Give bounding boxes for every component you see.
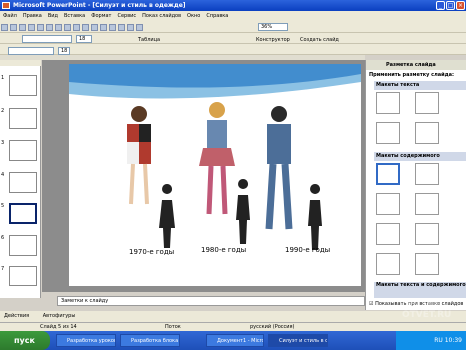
preview-icon[interactable] <box>37 24 44 31</box>
menu-format[interactable]: Формат <box>88 13 114 19</box>
silhouette-1 <box>159 184 175 248</box>
slide-thumbnail-3[interactable] <box>9 140 37 161</box>
table-icon[interactable] <box>109 24 116 31</box>
font-size-select[interactable]: 18 <box>76 35 92 43</box>
task-pane: Разметка слайда Применить разметку слайд… <box>365 60 466 310</box>
menu-view[interactable]: Вид <box>45 13 61 19</box>
figure-1990s <box>265 106 293 230</box>
thumbnail-pane-tabs[interactable] <box>0 60 41 66</box>
status-bar: Слайд 5 из 14 Поток русский (Россия) <box>0 322 466 331</box>
watermark: ONLINE OTVET.RU <box>402 300 452 320</box>
system-tray: RU 10:39 <box>396 331 466 350</box>
layout-content-2[interactable] <box>376 193 400 215</box>
layout-title-text[interactable] <box>376 122 400 144</box>
slide-thumbnail-1[interactable] <box>9 75 37 96</box>
cut-icon[interactable] <box>55 24 62 31</box>
layout-content-5[interactable] <box>415 223 439 245</box>
menu-tools[interactable]: Сервис <box>114 13 139 19</box>
standard-toolbar <box>0 22 466 33</box>
autoshapes-menu[interactable]: Автофигуры <box>31 313 76 319</box>
font-name-select[interactable] <box>22 35 72 43</box>
menu-bar: Файл Правка Вид Вставка Формат Сервис Показ сл… <box>0 11 466 22</box>
figure-1970s <box>127 106 151 205</box>
minimize-button[interactable]: _ <box>436 1 445 10</box>
taskbar-item-4[interactable]: Силуэт и стиль в о... <box>268 334 328 347</box>
silhouette-2 <box>236 179 250 244</box>
section-content-layouts: Макеты содержимого <box>374 152 466 161</box>
caption-1990s: 1990-е годы <box>285 246 331 254</box>
actions-menu[interactable]: Действия <box>0 313 29 319</box>
maximize-button[interactable]: □ <box>446 1 455 10</box>
language-indicator[interactable]: RU <box>434 337 443 344</box>
paste-icon[interactable] <box>73 24 80 31</box>
slide-canvas[interactable]: 1970-е годы 1980-е годы 1990-е годы <box>69 64 361 286</box>
apply-layout-label: Применить разметку слайда: <box>369 72 455 78</box>
layout-blank[interactable] <box>376 163 400 185</box>
table-button[interactable]: Таблица <box>138 36 160 44</box>
taskbar-item-2[interactable]: Разработка блока у... <box>120 334 180 347</box>
menu-help[interactable]: Справка <box>203 13 231 19</box>
layout-content[interactable] <box>415 163 439 185</box>
figure-1980s <box>199 102 235 215</box>
slide-thumbnail-7[interactable] <box>9 266 37 286</box>
silhouette-3 <box>308 184 322 250</box>
layout-content-3[interactable] <box>415 193 439 215</box>
slide-thumbnail-6[interactable] <box>9 235 37 256</box>
spellcheck-icon[interactable] <box>46 24 53 31</box>
menu-slideshow[interactable]: Показ слайдов <box>139 13 184 19</box>
powerpoint-icon <box>2 2 10 9</box>
title-bar: Microsoft PowerPoint - [Силуэт и стиль в… <box>0 0 466 11</box>
drawing-toolbar: Действия Автофигуры <box>0 311 466 322</box>
windows-taskbar: пуск Разработка уроков Разработка блока … <box>0 331 466 350</box>
color-icon[interactable] <box>136 24 143 31</box>
section-text-content-layouts: Макеты текста и содержимого <box>374 282 466 298</box>
menu-window[interactable]: Окно <box>184 13 203 19</box>
taskbar-item-1[interactable]: Разработка уроков <box>56 334 116 347</box>
clock: 10:39 <box>444 337 462 344</box>
layout-title-slide[interactable] <box>376 92 400 114</box>
copy-icon[interactable] <box>64 24 71 31</box>
taskbar-item-3[interactable]: Документ1 - Micros... <box>206 334 264 347</box>
undo-icon[interactable] <box>82 24 89 31</box>
font-size-field[interactable]: 18 <box>58 47 70 55</box>
notes-pane[interactable]: Заметки к слайду <box>57 296 365 306</box>
menu-file[interactable]: Файл <box>0 13 20 19</box>
zoom-select[interactable]: 36% <box>258 23 288 31</box>
layout-content-7[interactable] <box>415 253 439 275</box>
new-icon[interactable] <box>1 24 8 31</box>
save-icon[interactable] <box>19 24 26 31</box>
redo-icon[interactable] <box>91 24 98 31</box>
slide-thumbnail-5[interactable] <box>9 203 37 224</box>
section-text-layouts: Макеты текста <box>374 81 466 90</box>
close-button[interactable]: × <box>456 1 465 10</box>
layout-content-6[interactable] <box>376 253 400 275</box>
open-icon[interactable] <box>10 24 17 31</box>
slide-thumbnail-4[interactable] <box>9 172 37 193</box>
slide-thumbnail-2[interactable] <box>9 108 37 129</box>
print-icon[interactable] <box>28 24 35 31</box>
layout-two-column[interactable] <box>415 122 439 144</box>
chart-icon[interactable] <box>100 24 107 31</box>
task-pane-title: Разметка слайда <box>366 60 466 70</box>
menu-edit[interactable]: Правка <box>20 13 45 19</box>
konstruktor-button[interactable]: Конструктор <box>256 36 290 44</box>
menu-insert[interactable]: Вставка <box>61 13 88 19</box>
font-family-select[interactable] <box>8 47 54 55</box>
grid-icon[interactable] <box>127 24 134 31</box>
layout-content-4[interactable] <box>376 223 400 245</box>
new-slide-button[interactable]: Создать слайд <box>300 36 339 44</box>
caption-1980s: 1980-е годы <box>201 246 247 254</box>
caption-1970s: 1970-е годы <box>129 248 175 256</box>
start-button[interactable]: пуск <box>0 331 50 350</box>
image-icon[interactable] <box>118 24 125 31</box>
window-title: Microsoft PowerPoint - [Силуэт и стиль в… <box>13 2 186 9</box>
layout-title-only[interactable] <box>415 92 439 114</box>
